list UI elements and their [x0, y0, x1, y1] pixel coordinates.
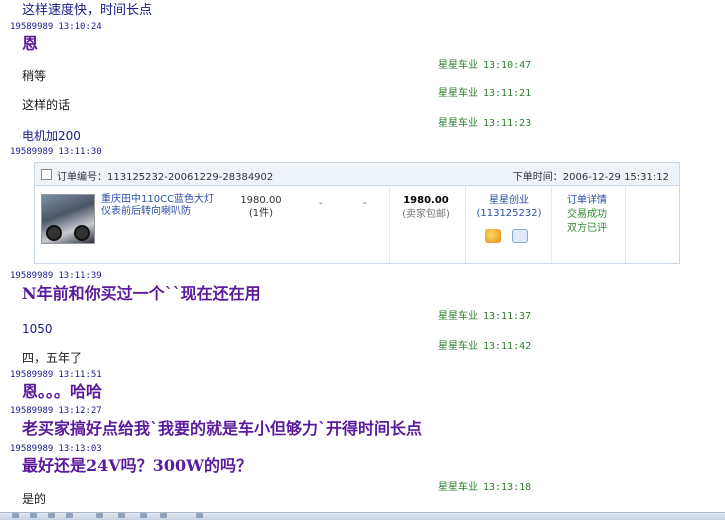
message-header: 19589989 13:12:27 [10, 406, 102, 416]
shop-icon[interactable] [140, 513, 147, 518]
chat-message: N年前和你买过一个``现在还在用 [22, 284, 261, 303]
total-amount: 1980.00 [403, 195, 449, 206]
more-icon[interactable] [196, 513, 203, 518]
file-icon[interactable] [96, 513, 103, 518]
order-header: 订单编号：113125232-20061229-28384902 下单时间：20… [35, 163, 679, 186]
shipping-note: (卖家包邮) [402, 209, 450, 220]
message-header: 星星车业 13:10:47 [438, 60, 532, 71]
font-icon[interactable] [12, 513, 19, 518]
order-status: 订单详情 交易成功 双方已评 [567, 194, 607, 236]
screenshot-icon[interactable] [66, 513, 73, 518]
voice-icon[interactable] [160, 513, 167, 518]
message-header: 19589989 13:11:39 [10, 271, 102, 281]
message-header: 星星车业 13:11:23 [438, 118, 532, 129]
order-number: 订单编号：113125232-20061229-28384902 [57, 172, 274, 183]
order-total: 1980.00 (卖家包邮) [395, 194, 457, 222]
placeholder-dash: - [363, 198, 367, 209]
unit-price: 1980.00 (1件) [231, 194, 291, 220]
chat-message: 1050 [22, 322, 53, 336]
unit-price-value: 1980.00 [240, 195, 282, 206]
status-both-rated: 双方已评 [567, 223, 607, 234]
chat-message: 电机加200 [22, 129, 81, 143]
message-header: 19589989 13:13:03 [10, 444, 102, 454]
seller-name-link[interactable]: 星星创业 [473, 194, 545, 207]
order-body: 重庆田中110CC蓝色大灯仪表前后转向喇叭防 1980.00 (1件) - - … [35, 186, 679, 263]
product-title-link[interactable]: 重庆田中110CC蓝色大灯仪表前后转向喇叭防 [101, 194, 221, 218]
chat-message: 老买家搞好点给我`我要的就是车小但够力`开得时间长点 [22, 419, 423, 438]
order-time: 下单时间：2006-12-29 15:31:12 [512, 172, 669, 183]
message-header: 19589989 13:11:30 [10, 147, 102, 157]
order-card: 订单编号：113125232-20061229-28384902 下单时间：20… [34, 162, 680, 264]
status-trade-success: 交易成功 [567, 209, 607, 220]
message-header: 星星车业 13:11:37 [438, 311, 532, 322]
column-divider [465, 186, 466, 263]
quantity: (1件) [248, 208, 274, 219]
contact-card-icon[interactable] [512, 229, 529, 243]
chat-message: 四，五年了 [22, 351, 83, 365]
placeholder-dash: - [319, 198, 323, 209]
chat-message: 恩 [22, 34, 39, 53]
message-header: 19589989 13:10:24 [10, 22, 102, 32]
chat-log: 这样速度快，时间长点 19589989 13:10:24 恩 星星车业 13:10:… [0, 0, 725, 515]
chat-message: 最好还是24V吗？300W的吗？ [22, 456, 253, 475]
chat-message: 稍等 [22, 69, 47, 83]
message-header: 星星车业 13:11:21 [438, 88, 532, 99]
column-divider [389, 186, 390, 263]
chat-message: 恩。。。哈哈 [22, 382, 103, 401]
seller-info: 星星创业 (113125232) [473, 194, 545, 220]
history-icon[interactable] [118, 513, 125, 518]
column-divider [551, 186, 552, 263]
message-header: 星星车业 13:13:18 [438, 482, 532, 493]
chat-message: 这样的话 [22, 98, 71, 112]
order-checkbox[interactable] [41, 169, 52, 180]
wangwang-chat-icon[interactable] [485, 229, 501, 243]
message-header: 19589989 13:11:51 [10, 370, 102, 380]
emoticon-icon[interactable] [30, 513, 37, 518]
message-header: 星星车业 13:11:42 [438, 341, 532, 352]
picture-icon[interactable] [48, 513, 55, 518]
seller-contact-icons [485, 228, 534, 247]
seller-id: (113125232) [476, 208, 542, 219]
chat-message: 是的 [22, 492, 47, 506]
column-divider [625, 186, 626, 263]
order-detail-link[interactable]: 订单详情 [567, 194, 607, 208]
product-thumbnail[interactable] [41, 194, 95, 244]
chat-message: 这样速度快，时间长点 [22, 3, 153, 18]
